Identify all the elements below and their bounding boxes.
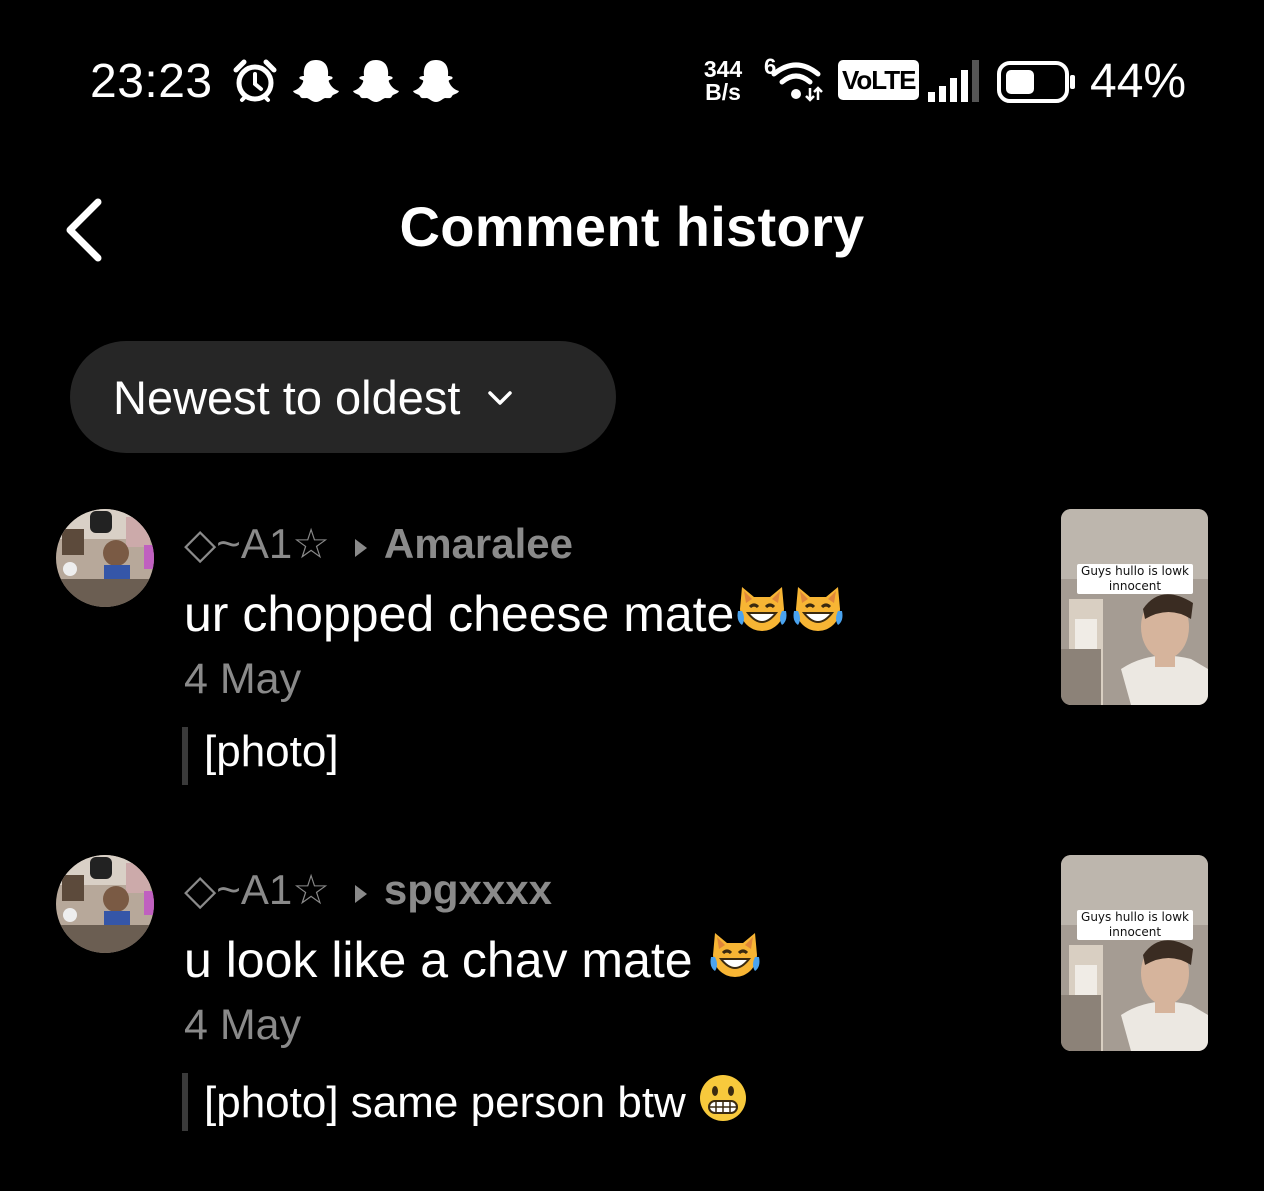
network-speed-unit: B/s (705, 79, 741, 105)
comment-text-body: ur chopped cheese mate (184, 586, 735, 642)
snapchat-ghost-icon (352, 58, 400, 109)
comment-text: ur chopped cheese mate (184, 581, 846, 649)
snapchat-ghost-icon (292, 58, 340, 109)
joy-cat-emoji (707, 927, 763, 995)
status-bar: 23:23 344 B/s 6 VoLTE 44% (0, 0, 1264, 150)
comment-target-user[interactable]: spgxxxx (384, 866, 552, 914)
reply-quote-text: [photo] (204, 727, 339, 776)
sort-dropdown[interactable]: Newest to oldest (70, 341, 616, 453)
joy-cat-emoji (734, 581, 790, 649)
comment-item[interactable]: ◇~A1☆ spgxxxx u look like a chav mate 4 … (0, 855, 1264, 1155)
comment-text-body: u look like a chav mate (184, 932, 707, 988)
comment-meta: ◇~A1☆ Amaralee (184, 519, 573, 568)
alarm-icon (232, 58, 278, 109)
comment-author[interactable]: ◇~A1☆ (184, 519, 330, 568)
thumbnail-caption: Guys hullo is lowk innocent (1077, 910, 1193, 940)
wifi-icon: 6 (764, 54, 828, 109)
comment-text: u look like a chav mate (184, 927, 763, 995)
avatar[interactable] (56, 855, 154, 953)
video-thumbnail[interactable]: Guys hullo is lowk innocent (1061, 509, 1208, 705)
video-thumbnail[interactable]: Guys hullo is lowk innocent (1061, 855, 1208, 1051)
comment-author[interactable]: ◇~A1☆ (184, 865, 330, 914)
volte-badge: VoLTE (838, 60, 920, 100)
reply-quote-body: [photo] same person btw (204, 1078, 699, 1127)
reply-quote-text: [photo] same person btw (204, 1073, 748, 1134)
network-speed: 344 B/s (696, 58, 750, 104)
joy-cat-emoji (790, 581, 846, 649)
snapchat-ghost-icon (412, 58, 460, 109)
comment-date: 4 May (184, 1001, 302, 1049)
avatar[interactable] (56, 509, 154, 607)
chevron-down-icon (486, 388, 514, 413)
thumbnail-caption: Guys hullo is lowk innocent (1077, 564, 1193, 594)
battery-percent: 44% (1090, 55, 1187, 108)
reply-quote-bar (182, 727, 188, 785)
signal-icon (926, 58, 982, 109)
comment-date: 4 May (184, 655, 302, 703)
reply-quote-bar (182, 1073, 188, 1131)
comment-meta: ◇~A1☆ spgxxxx (184, 865, 552, 914)
grimacing-emoji (698, 1073, 748, 1134)
page-title: Comment history (399, 195, 865, 258)
status-time: 23:23 (90, 55, 213, 108)
comment-target-user[interactable]: Amaralee (384, 520, 573, 568)
network-speed-value: 344 (703, 56, 743, 82)
battery-icon (996, 60, 1078, 109)
play-arrow-icon (354, 866, 368, 914)
play-arrow-icon (354, 520, 368, 568)
comment-item[interactable]: ◇~A1☆ Amaralee ur chopped cheese mate 4 … (0, 509, 1264, 809)
sort-label: Newest to oldest (113, 370, 461, 424)
